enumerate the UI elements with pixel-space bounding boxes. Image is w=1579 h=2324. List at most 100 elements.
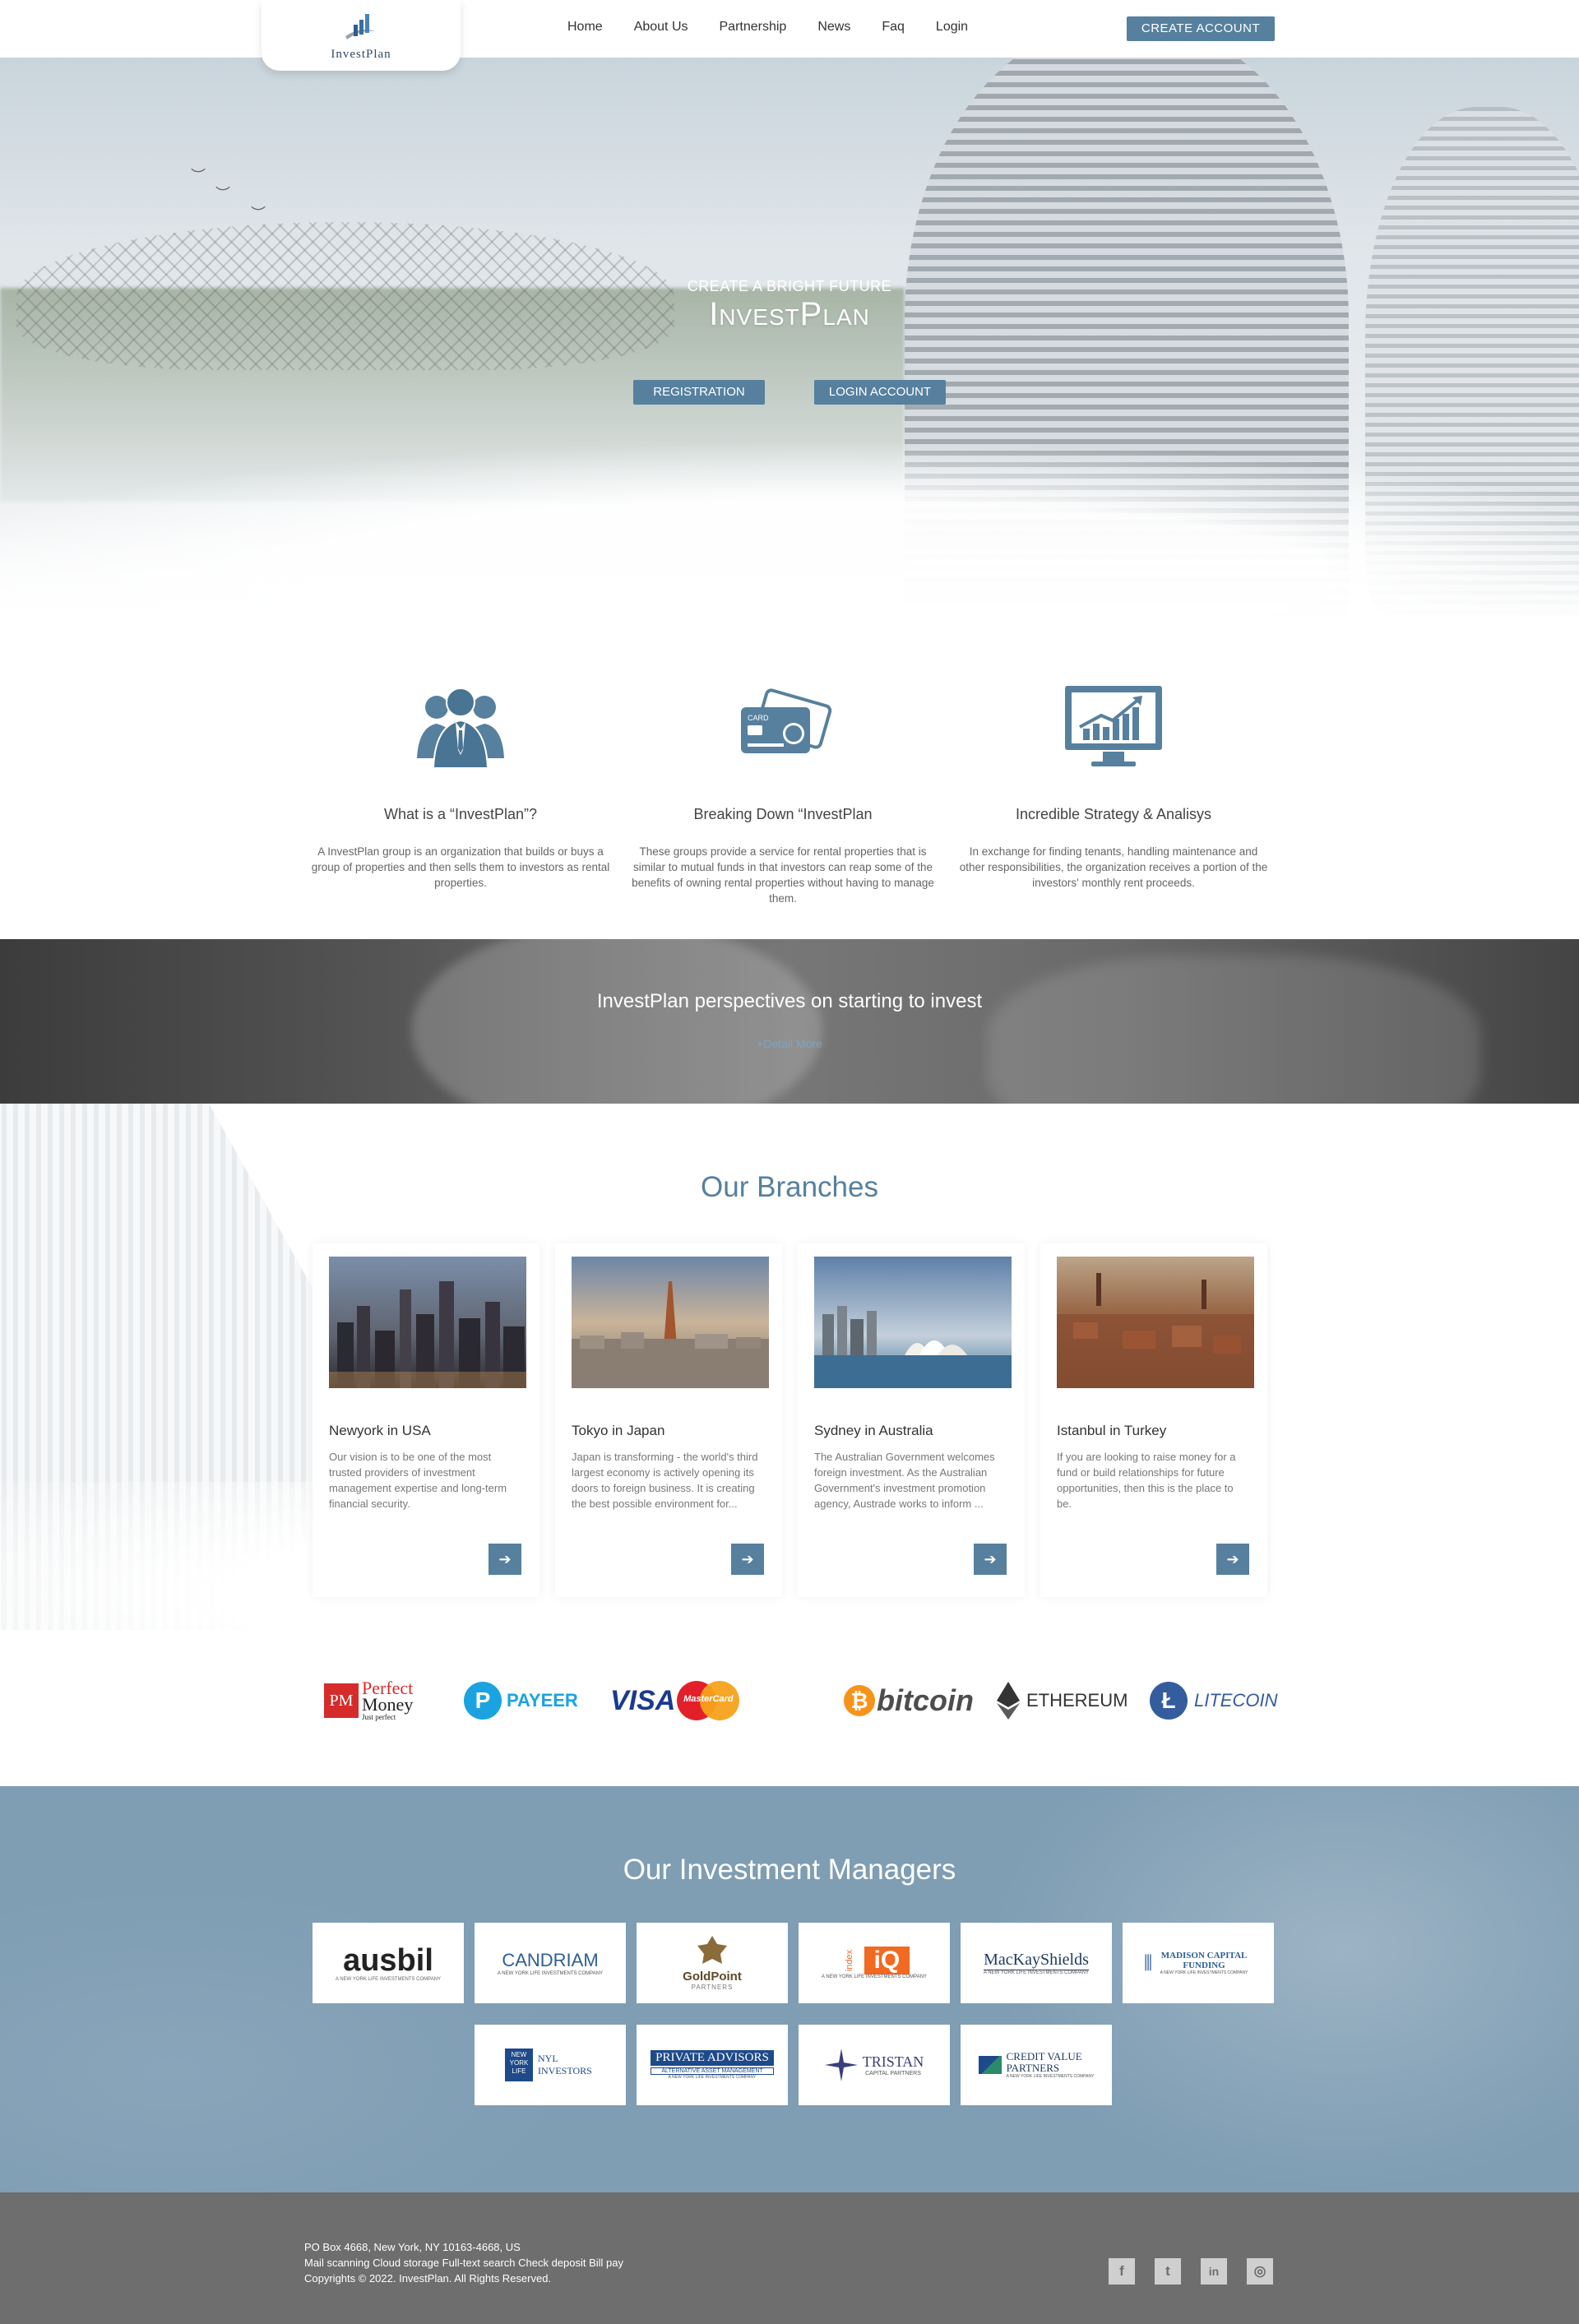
manager-name: PRIVATE ADVISORS: [651, 2050, 774, 2066]
manager-sub: A NEW YORK LIFE INVESTMENTS COMPANY: [335, 1977, 442, 1982]
manager-sub: CAPITAL PARTNERS: [865, 2071, 921, 2076]
branch-title: Tokyo in Japan: [572, 1423, 665, 1438]
footer-services: Mail scanning Cloud storage Full-text se…: [304, 2257, 624, 2269]
branch-title: Istanbul in Turkey: [1057, 1423, 1167, 1438]
manager-logo-credit-value[interactable]: CREDIT VALUE PARTNERS A NEW YORK LIFE IN…: [961, 2025, 1112, 2105]
feature-text: These groups provide a service for renta…: [632, 845, 934, 905]
facebook-icon[interactable]: f: [1109, 2258, 1135, 2285]
manager-sub: A NEW YORK LIFE INVESTMENTS COMPANY: [497, 1971, 604, 1976]
manager-logo-mackayshields[interactable]: MacKayShields A NEW YORK LIFE INVESTMENT…: [961, 1923, 1112, 2003]
manager-tag: ALTERNATIVE ASSET MANAGEMENT: [651, 2067, 774, 2075]
perfect-money-logo: PM Perfect Money Just perfect: [324, 1668, 413, 1734]
login-account-button[interactable]: LOGIN ACCOUNT: [814, 380, 946, 405]
ethereum-logo: ETHEREUM: [997, 1668, 1128, 1734]
payeer-mark: P: [464, 1682, 502, 1720]
footer-info: PO Box 4668, New York, NY 10163-4668, US…: [304, 2239, 623, 2286]
goldpoint-star-icon: [697, 1935, 727, 1964]
manager-sub: A NEW YORK LIFE INVESTMENTS COMPANY: [668, 2075, 757, 2080]
manager-logo-candriam[interactable]: CANDRIAM A NEW YORK LIFE INVESTMENTS COM…: [475, 1923, 626, 2003]
manager-name: NYL INVESTORS: [538, 2053, 592, 2076]
perfect-money-line2: Money: [362, 1694, 414, 1715]
manager-logo-goldpoint[interactable]: GoldPoint PARTNERS: [637, 1923, 788, 2003]
litecoin-icon: Ł: [1150, 1682, 1188, 1720]
payment-methods: PM Perfect Money Just perfect P PAYEER V…: [321, 1668, 1277, 1734]
linkedin-icon[interactable]: in: [1201, 2258, 1227, 2285]
manager-logo-private-advisors[interactable]: PRIVATE ADVISORS ALTERNATIVE ASSET MANAG…: [637, 2025, 788, 2105]
branch-card-istanbul: Istanbul in Turkey If you are looking to…: [1040, 1243, 1267, 1597]
bitcoin-text: bitcoin: [877, 1683, 974, 1717]
madison-columns-icon: ⫼: [1143, 1952, 1153, 1973]
banner-title: InvestPlan perspectives on starting to i…: [596, 990, 983, 1012]
mastercard-icon: MasterCard: [677, 1681, 740, 1720]
nav-home[interactable]: Home: [567, 20, 603, 35]
nav-news[interactable]: News: [817, 20, 850, 35]
create-account-button[interactable]: CREATE ACCOUNT: [1127, 16, 1275, 41]
manager-logo-ausbil[interactable]: ausbil A NEW YORK LIFE INVESTMENTS COMPA…: [313, 1923, 464, 2003]
credit-value-mark-icon: [978, 2056, 1002, 2074]
visa-mastercard-logo: VISA MasterCard: [610, 1668, 740, 1734]
manager-logo-nyl[interactable]: NEW YORK LIFE NYL INVESTORS: [475, 2025, 626, 2105]
hero-tagline: CREATE A BRIGHT FUTURE: [687, 278, 892, 294]
bird-icon: ︶: [251, 206, 266, 222]
nav-login[interactable]: Login: [936, 20, 968, 35]
site-footer: PO Box 4668, New York, NY 10163-4668, US…: [0, 2192, 1579, 2324]
payeer-logo: P PAYEER: [464, 1668, 578, 1734]
newyork-photo: [329, 1257, 526, 1388]
logo[interactable]: InvestPlan: [262, 0, 461, 71]
detail-more-link[interactable]: +Detail More: [0, 1037, 1579, 1050]
litecoin-logo: Ł LITECOIN: [1150, 1668, 1277, 1734]
manager-logo-tristan[interactable]: TRISTAN CAPITAL PARTNERS: [799, 2025, 950, 2105]
svg-text:CARD: CARD: [748, 714, 769, 722]
manager-sub: A NEW YORK LIFE INVESTMENTS COMPANY: [1006, 2074, 1095, 2079]
footer-copyright: Copyrights © 2022. InvestPlan. All Right…: [304, 2272, 552, 2285]
manager-sub: A NEW YORK LIFE INVESTMENTS COMPANY: [1160, 1970, 1248, 1975]
nav-faq[interactable]: Faq: [882, 20, 905, 35]
perfect-money-mark: PM: [324, 1683, 359, 1718]
credit-card-icon: CARD: [741, 688, 832, 753]
manager-name: TRISTAN: [862, 2053, 924, 2070]
managers-section: Our Investment Managers ausbil A NEW YOR…: [0, 1786, 1579, 2192]
visa-text: VISA: [610, 1684, 676, 1716]
compass-star-icon: [824, 2049, 858, 2081]
branches-title: Our Branches: [701, 1171, 878, 1203]
banner-background-shape: [987, 956, 1480, 1104]
hero-cloud-fade: [0, 518, 1579, 666]
manager-logo-madison[interactable]: ⫼ MADISON CAPITAL FUNDING A NEW YORK LIF…: [1123, 1923, 1274, 2003]
branch-card-sydney: Sydney in Australia The Australian Gover…: [798, 1243, 1025, 1597]
arrow-right-icon[interactable]: ➔: [974, 1544, 1007, 1575]
sydney-photo: [814, 1257, 1012, 1388]
litecoin-text: LITECOIN: [1194, 1690, 1278, 1711]
branch-card-tokyo: Tokyo in Japan Japan is transforming - t…: [555, 1243, 782, 1597]
manager-sub: PARTNERS: [691, 1983, 734, 1991]
twitter-icon[interactable]: t: [1155, 2258, 1181, 2285]
branch-text: Our vision is to be one of the most trus…: [329, 1451, 507, 1510]
bitcoin-logo: ₿ bitcoin: [844, 1668, 974, 1734]
bird-icon: ︶: [191, 168, 206, 184]
manager-prefix: index: [844, 1949, 854, 1972]
hero-section: ︶ ︶ ︶ CREATE A BRIGHT FUTURE InvestPlan …: [0, 58, 1579, 666]
tokyo-photo: [572, 1257, 769, 1388]
footer-address: PO Box 4668, New York, NY 10163-4668, US: [304, 2241, 521, 2253]
feature-text: In exchange for finding tenants, handlin…: [959, 845, 1268, 889]
nav-partnership[interactable]: Partnership: [720, 20, 787, 35]
manager-sub: A NEW YORK LIFE INVESTMENTS COMPANY: [821, 1974, 928, 1979]
arrow-right-icon[interactable]: ➔: [1216, 1544, 1249, 1575]
arrow-right-icon[interactable]: ➔: [489, 1544, 521, 1575]
perspectives-banner: InvestPlan perspectives on starting to i…: [0, 939, 1579, 1104]
manager-name: GoldPoint: [683, 1969, 742, 1984]
main-nav: Home About Us Partnership News Faq Login: [567, 20, 999, 35]
arrow-right-icon[interactable]: ➔: [731, 1544, 764, 1575]
feature-text: A InvestPlan group is an organization th…: [311, 845, 610, 889]
dribbble-icon[interactable]: ◎: [1247, 2258, 1273, 2285]
features-section: What is a “InvestPlan”? A InvestPlan gro…: [304, 683, 1275, 929]
feature-title: Breaking Down “InvestPlan: [693, 806, 873, 822]
registration-button[interactable]: REGISTRATION: [633, 380, 765, 405]
manager-sub: A NEW YORK LIFE INVESTMENTS COMPANY: [983, 1970, 1090, 1975]
branch-title: Newyork in USA: [329, 1423, 431, 1438]
site-header: InvestPlan Home About Us Partnership New…: [0, 0, 1579, 71]
feature-title: Incredible Strategy & Analisys: [1015, 806, 1212, 822]
nav-about-us[interactable]: About Us: [634, 20, 688, 35]
monitor-chart-icon: [1065, 686, 1162, 766]
logo-text: InvestPlan: [331, 48, 391, 61]
manager-logo-indexiq[interactable]: index iQ A NEW YORK LIFE INVESTMENTS COM…: [799, 1923, 950, 2003]
